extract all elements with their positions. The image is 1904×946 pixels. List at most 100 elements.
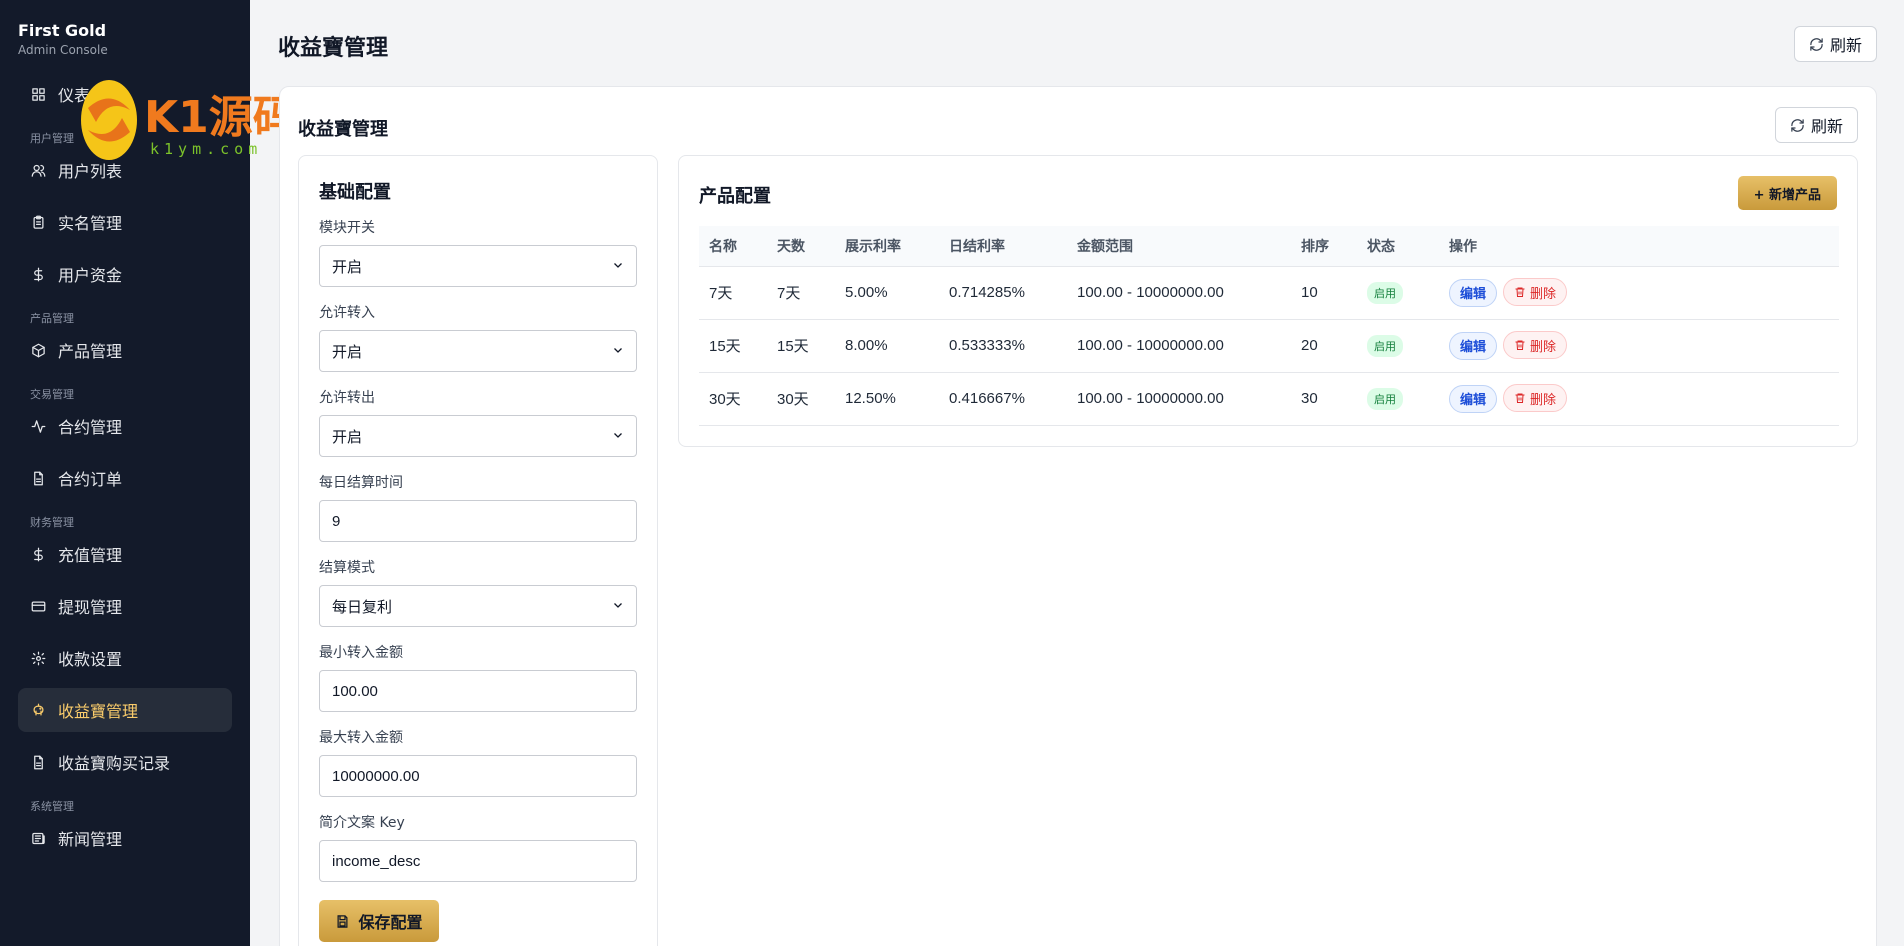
table-row: 30天 30天 12.50% 0.416667% 100.00 - 10000000.0… (699, 372, 1839, 426)
panel-refresh-label: 刷新 (1810, 117, 1843, 136)
sidebar-item-contract-orders[interactable]: 合约订单 (18, 456, 232, 500)
product-table: 名称 天数 展示利率 日结利率 金额范围 排序 状态 操作 7天 7天 5.00% 0.714285… (699, 226, 1839, 426)
field-label: 允许转出 (319, 390, 375, 406)
cell-status: 启用 (1357, 266, 1439, 320)
cell-days: 15天 (767, 319, 835, 373)
product-config-title: 产品配置 (699, 186, 771, 207)
edit-button[interactable]: 编辑 (1449, 331, 1498, 360)
field-value: 每日复利 (332, 598, 393, 616)
sidebar-item-payment-settings[interactable]: 收款设置 (18, 636, 232, 680)
delete-button[interactable]: 删除 (1503, 278, 1568, 307)
save-config-button[interactable]: 保存配置 (319, 900, 439, 942)
column-header: 排序 (1291, 226, 1357, 267)
activity-icon (30, 418, 46, 434)
sidebar-item-label: 用户列表 (58, 162, 123, 181)
edit-button[interactable]: 编辑 (1449, 278, 1498, 307)
column-header: 天数 (767, 226, 835, 267)
column-header: 操作 (1439, 226, 1839, 267)
sidebar-group-label: 系统管理 (30, 800, 74, 813)
panel-refresh-button[interactable]: 刷新 (1774, 107, 1858, 143)
page-header: 收益寶管理 刷新 (250, 0, 1904, 86)
sidebar-item-withdrawals[interactable]: 提现管理 (18, 584, 232, 628)
field-label: 最小转入金额 (319, 645, 403, 661)
cell-daily-rate: 0.533333% (939, 319, 1067, 373)
column-header: 日结利率 (939, 226, 1067, 267)
save-icon (337, 914, 348, 928)
column-header: 展示利率 (835, 226, 939, 267)
cell-sort: 30 (1291, 372, 1357, 426)
add-product-button[interactable]: + 新增产品 (1737, 176, 1837, 210)
sidebar-nav: 仪表盘 用户管理 用户列表 实名管理 用户资金 产品管理 产品管理 交易管理 合约管理 合约订单财… (0, 72, 250, 860)
sidebar-item-news[interactable]: 新闻管理 (18, 816, 232, 860)
cell-display-rate: 12.50% (835, 372, 939, 426)
cell-name: 15天 (699, 319, 767, 373)
cell-actions: 编辑 删除 (1439, 372, 1839, 426)
sidebar-item-contracts[interactable]: 合约管理 (18, 404, 232, 448)
delete-button[interactable]: 删除 (1503, 384, 1568, 413)
main-content: 收益寶管理 刷新 收益寶管理 刷新 基础配置 模块开关 开启 允许转入 开启 允许转出开… (250, 0, 1904, 946)
cell-range: 100.00 - 10000000.00 (1067, 266, 1291, 320)
sidebar-item-yield-records[interactable]: 收益寶购买记录 (18, 740, 232, 784)
sidebar-item-funds[interactable]: 用户资金 (18, 252, 232, 296)
sidebar-item-deposits[interactable]: 充值管理 (18, 532, 232, 576)
newspaper-icon (30, 830, 46, 846)
field-value: 9 (332, 512, 341, 530)
cell-actions: 编辑 删除 (1439, 266, 1839, 320)
delete-button[interactable]: 删除 (1503, 331, 1568, 360)
cell-days: 30天 (767, 372, 835, 426)
allow-transfer-out-select[interactable]: 开启 (319, 415, 637, 457)
cell-display-rate: 5.00% (835, 266, 939, 320)
sidebar-item-users[interactable]: 用户列表 (18, 148, 232, 192)
cell-name: 7天 (699, 266, 767, 320)
refresh-icon (1791, 118, 1804, 132)
delete-label: 删除 (1530, 392, 1557, 408)
sidebar-item-products[interactable]: 产品管理 (18, 328, 232, 372)
box-icon (30, 342, 46, 358)
edit-button[interactable]: 编辑 (1449, 384, 1498, 413)
table-header-row: 名称 天数 展示利率 日结利率 金额范围 排序 状态 操作 (699, 226, 1839, 267)
max-transfer-input[interactable]: 10000000.00 (319, 755, 637, 797)
cell-range: 100.00 - 10000000.00 (1067, 319, 1291, 373)
daily-settle-time-input[interactable]: 9 (319, 500, 637, 542)
trash-icon (1515, 393, 1525, 404)
allow-transfer-in-select[interactable]: 开启 (319, 330, 637, 372)
header-refresh-button[interactable]: 刷新 (1793, 26, 1877, 62)
field-value: 100.00 (332, 682, 378, 700)
field-label: 允许转入 (319, 305, 375, 321)
status-badge: 启用 (1367, 281, 1403, 304)
intro-key-input[interactable]: income_desc (319, 840, 637, 882)
module-switch-select[interactable]: 开启 (319, 245, 637, 287)
min-transfer-input[interactable]: 100.00 (319, 670, 637, 712)
page-title: 收益寶管理 (278, 36, 389, 61)
chevron-down-icon (612, 428, 624, 445)
delete-label: 删除 (1530, 286, 1557, 302)
basic-config-title: 基础配置 (319, 182, 391, 203)
sidebar-group-label: 用户管理 (30, 132, 74, 145)
field-value: 开启 (332, 343, 363, 361)
table-body: 7天 7天 5.00% 0.714285% 100.00 - 10000000.00 10… (699, 266, 1839, 426)
gear-icon (30, 650, 46, 666)
settle-mode-select[interactable]: 每日复利 (319, 585, 637, 627)
cell-range: 100.00 - 10000000.00 (1067, 372, 1291, 426)
sidebar-item-label: 提现管理 (58, 598, 123, 617)
sidebar-item-label: 用户资金 (58, 266, 123, 285)
sidebar-item-kyc[interactable]: 实名管理 (18, 200, 232, 244)
cell-status: 启用 (1357, 319, 1439, 373)
trash-icon (1515, 340, 1525, 351)
field-value: 10000000.00 (332, 767, 420, 785)
cell-daily-rate: 0.416667% (939, 372, 1067, 426)
sidebar-item-dashboard[interactable]: 仪表盘 (18, 72, 232, 116)
status-badge: 启用 (1367, 387, 1403, 410)
column-header: 名称 (699, 226, 767, 267)
sidebar-item-yield[interactable]: 收益寶管理 (18, 688, 232, 732)
sidebar: First Gold Admin Console 仪表盘 用户管理 用户列表 实名管理… (0, 0, 250, 946)
field-label: 每日结算时间 (319, 475, 403, 491)
basic-config-card: 基础配置 模块开关 开启 允许转入 开启 允许转出 开启 每日结算时间 9 结算模式 每日复利 最小… (298, 155, 658, 946)
chevron-down-icon (612, 343, 624, 360)
panel-title: 收益寶管理 (298, 119, 388, 140)
trash-icon (1515, 287, 1525, 298)
status-badge: 启用 (1367, 334, 1403, 357)
file-icon (30, 754, 46, 770)
brand-subtitle: Admin Console (18, 43, 108, 57)
field-label: 最大转入金额 (319, 730, 403, 746)
